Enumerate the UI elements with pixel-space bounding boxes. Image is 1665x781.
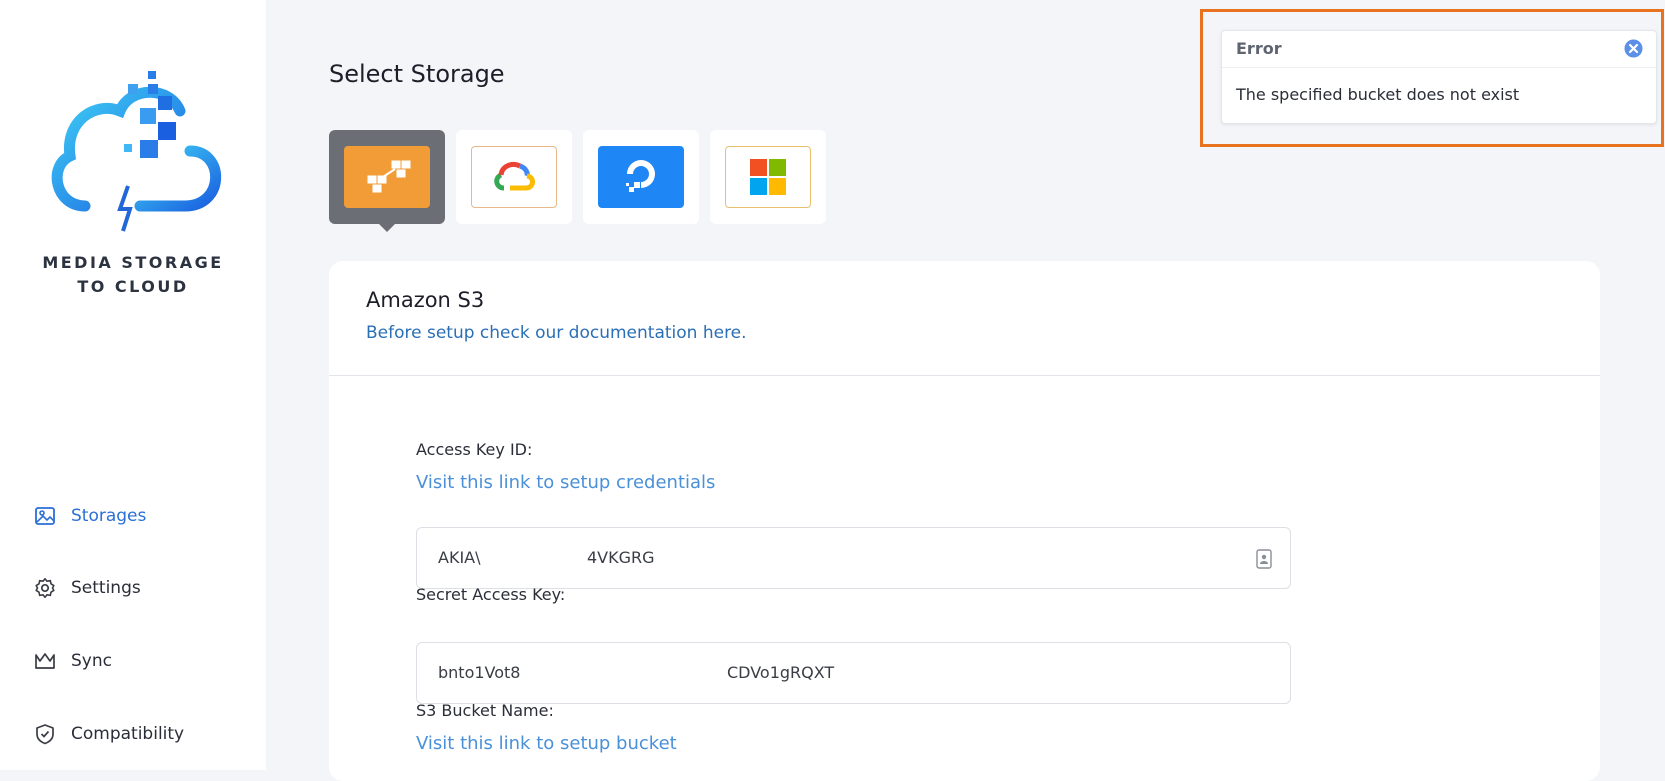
access-key-label: Access Key ID:	[416, 440, 533, 459]
credentials-link[interactable]: Visit this link to setup credentials	[416, 472, 715, 493]
gear-icon	[35, 578, 55, 598]
sidebar-item-storages[interactable]: Storages	[34, 505, 146, 527]
shield-check-icon	[36, 724, 54, 745]
microsoft-azure-icon	[725, 146, 811, 208]
brand-name: MEDIA STORAGE TO CLOUD	[0, 251, 266, 299]
brand-line-2: TO CLOUD	[77, 277, 189, 296]
brand-line-1: MEDIA STORAGE	[42, 253, 224, 272]
toast-highlight: Error The specified bucket does not exis…	[1200, 9, 1664, 147]
bucket-link[interactable]: Visit this link to setup bucket	[416, 733, 677, 754]
access-key-value-end: 4VKGRG	[587, 548, 655, 567]
google-cloud-icon	[471, 146, 557, 208]
close-icon[interactable]	[1624, 39, 1643, 58]
sidebar-item-compatibility[interactable]: Compatibility	[34, 723, 184, 745]
storage-config-card: Amazon S3 Before setup check our documen…	[329, 261, 1600, 781]
access-key-input[interactable]: AKIA\ 4VKGRG	[416, 527, 1291, 589]
bucket-name-label: S3 Bucket Name:	[416, 701, 554, 720]
page-title: Select Storage	[329, 60, 505, 88]
provider-tile-microsoft-azure[interactable]	[710, 130, 826, 224]
documentation-link[interactable]: Before setup check our documentation her…	[366, 323, 747, 343]
sidebar-item-label: Settings	[71, 578, 141, 598]
provider-tile-amazon-s3[interactable]	[329, 130, 445, 232]
sidebar-item-sync[interactable]: Sync	[34, 650, 112, 672]
secret-key-label: Secret Access Key:	[416, 585, 566, 604]
contact-card-icon[interactable]	[1256, 549, 1272, 569]
image-icon	[35, 507, 55, 525]
crown-icon	[35, 653, 55, 669]
card-title: Amazon S3	[366, 288, 485, 312]
provider-tile-google-cloud[interactable]	[456, 130, 572, 224]
divider	[329, 375, 1600, 376]
sidebar-item-label: Sync	[71, 651, 112, 671]
sidebar-item-label: Compatibility	[71, 724, 185, 744]
secret-key-value-end: CDVo1gRQXT	[727, 663, 835, 682]
error-toast: Error The specified bucket does not exis…	[1221, 30, 1657, 124]
access-key-value-start: AKIA\	[438, 548, 481, 567]
sidebar-item-label: Storages	[71, 506, 147, 526]
secret-key-input[interactable]: bnto1Vot8 CDVo1gRQXT	[416, 642, 1291, 704]
amazon-s3-icon	[344, 146, 430, 208]
digitalocean-icon	[598, 146, 684, 208]
secret-key-value-start: bnto1Vot8	[438, 663, 521, 682]
sidebar: MEDIA STORAGE TO CLOUD Storages Settings…	[0, 0, 266, 770]
toast-header: Error	[1222, 31, 1656, 68]
sidebar-item-settings[interactable]: Settings	[34, 577, 141, 599]
cloud-logo-icon	[51, 71, 222, 232]
toast-title: Error	[1236, 39, 1282, 58]
provider-tile-digitalocean[interactable]	[583, 130, 699, 224]
toast-message: The specified bucket does not exist	[1236, 85, 1520, 104]
